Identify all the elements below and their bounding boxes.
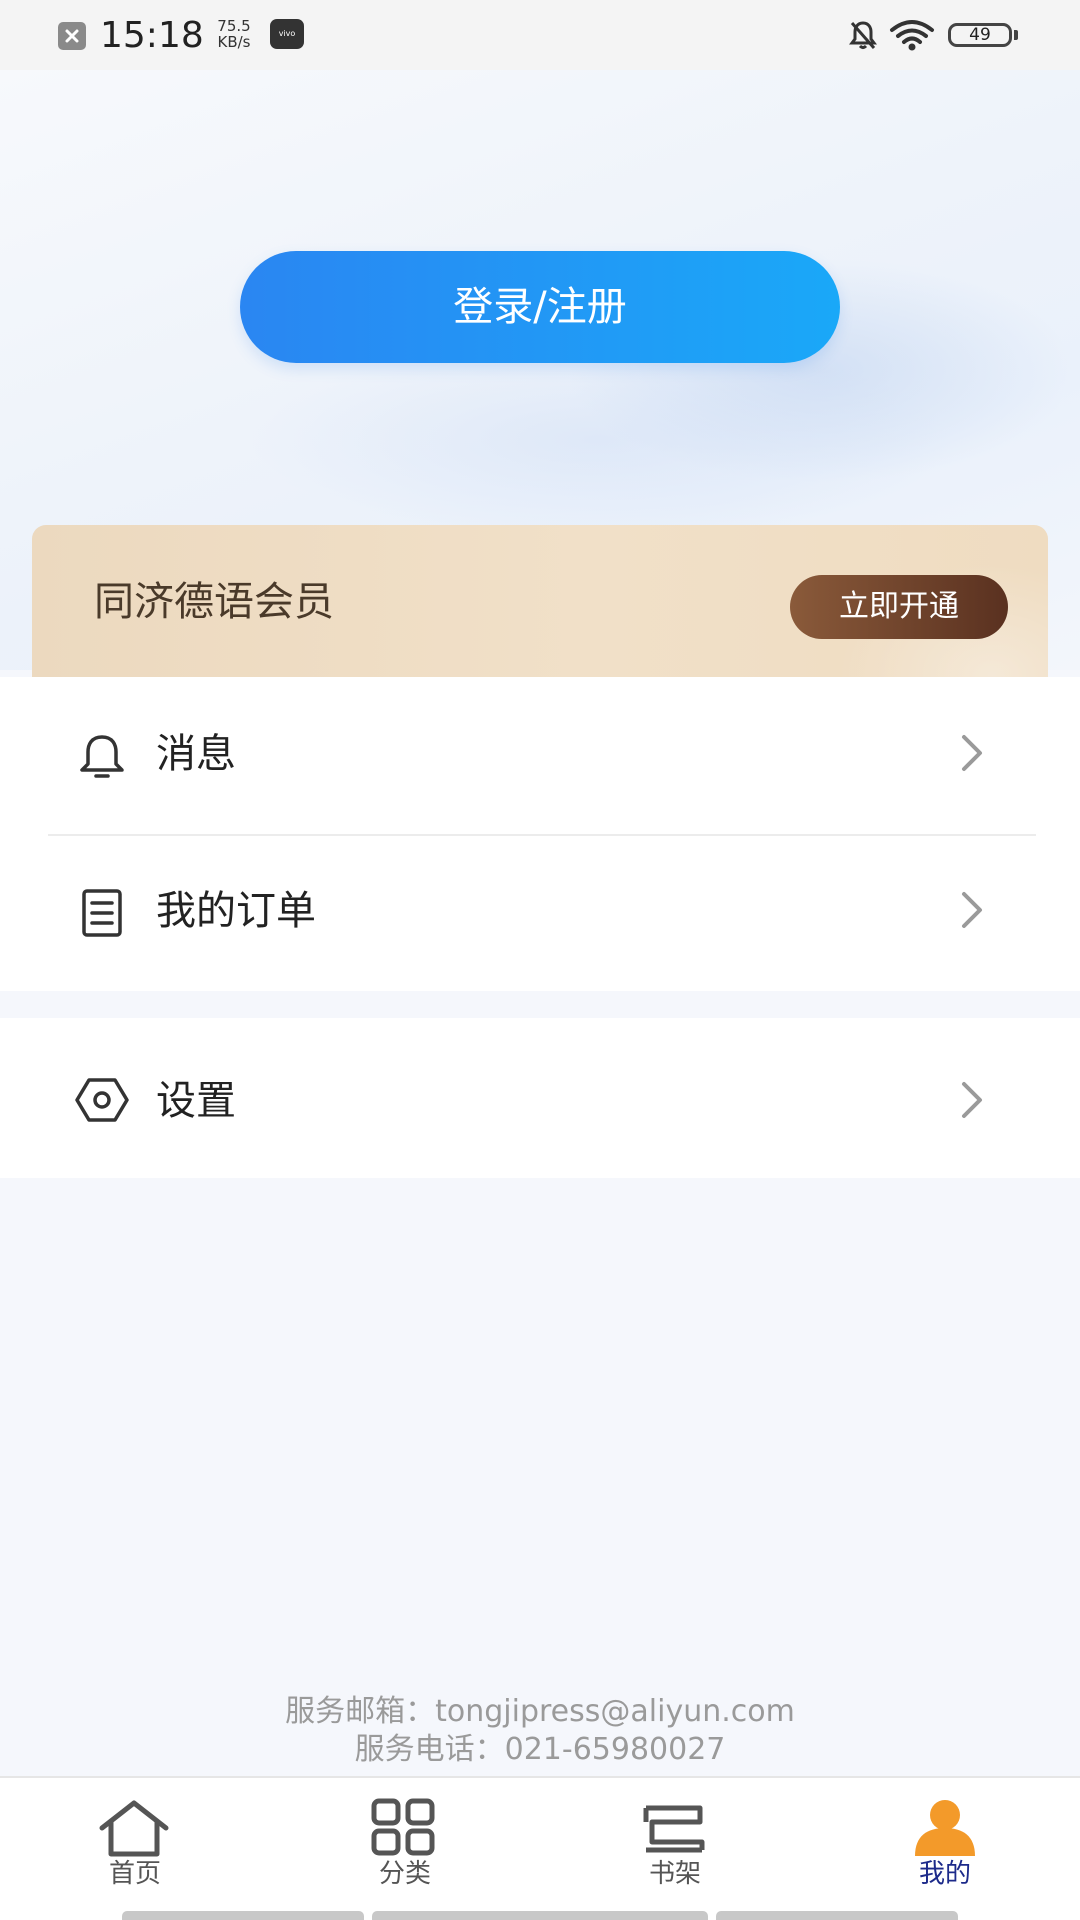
chevron-right-icon <box>958 731 986 779</box>
status-time: 15:18 <box>100 15 204 56</box>
menu-item-messages[interactable]: 消息 <box>0 677 1080 836</box>
member-card-title: 同济德语会员 <box>94 579 334 625</box>
gesture-bar-center <box>372 1911 708 1920</box>
network-speed: 75.5 KB/s <box>210 18 258 50</box>
menu-item-label: 我的订单 <box>156 888 316 934</box>
activate-membership-button[interactable]: 立即开通 <box>790 575 1008 639</box>
nav-label: 书架 <box>648 1859 701 1889</box>
network-speed-unit: KB/s <box>217 33 251 51</box>
chevron-right-icon <box>958 888 986 936</box>
nav-item-bookshelf[interactable]: 书架 <box>540 1778 810 1908</box>
network-speed-value: 75.5 <box>217 17 251 35</box>
gesture-bar-right <box>716 1911 958 1920</box>
bell-icon <box>74 732 130 786</box>
gesture-bar-left <box>122 1911 364 1920</box>
home-icon <box>96 1798 172 1864</box>
nav-item-home[interactable]: 首页 <box>0 1778 270 1908</box>
wifi-icon <box>888 18 936 56</box>
battery-icon: 49 <box>948 23 1012 47</box>
profile-icon <box>912 1798 978 1860</box>
nav-item-category[interactable]: 分类 <box>270 1778 540 1908</box>
menu-item-label: 设置 <box>156 1078 236 1124</box>
nav-label: 分类 <box>378 1859 431 1889</box>
chevron-right-icon <box>958 1078 986 1126</box>
member-card[interactable]: 同济德语会员 立即开通 <box>32 525 1048 677</box>
service-phone: 服务电话：021-65980027 <box>354 1732 726 1767</box>
menu-group-settings: 设置 <box>0 1018 1080 1178</box>
menu-group-main: 消息 我的订单 <box>0 677 1080 991</box>
bookshelf-icon <box>642 1798 706 1860</box>
vivo-badge-icon: vivo <box>270 19 304 49</box>
nav-item-profile[interactable]: 我的 <box>810 1778 1080 1908</box>
close-notification-icon <box>58 22 86 50</box>
receipt-icon <box>74 887 130 943</box>
nav-label: 我的 <box>918 1859 971 1889</box>
nav-label: 首页 <box>108 1859 161 1889</box>
bottom-nav: 首页 分类 书架 我的 <box>0 1776 1080 1920</box>
category-grid-icon <box>370 1798 438 1860</box>
bell-muted-icon <box>846 18 880 56</box>
battery-cap <box>1014 30 1018 40</box>
menu-item-settings[interactable]: 设置 <box>0 1018 1080 1173</box>
login-register-button[interactable]: 登录/注册 <box>240 251 840 363</box>
status-bar: 15:18 75.5 KB/s vivo 49 <box>0 0 1080 70</box>
menu-item-orders[interactable]: 我的订单 <box>0 836 1080 991</box>
settings-icon <box>74 1076 130 1128</box>
menu-item-label: 消息 <box>156 731 236 777</box>
service-email: 服务邮箱：tongjipress@aliyun.com <box>285 1694 795 1729</box>
